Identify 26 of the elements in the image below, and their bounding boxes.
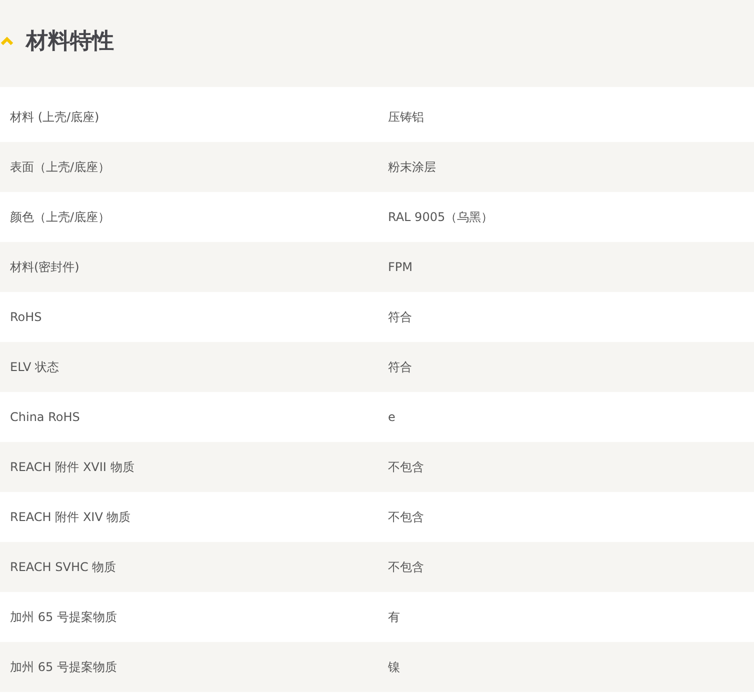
property-name: 加州 65 号提案物质 bbox=[10, 608, 118, 626]
property-name: 表面（上壳/底座） bbox=[10, 158, 112, 176]
property-name: RoHS bbox=[10, 310, 43, 324]
property-name: REACH 附件 XIV 物质 bbox=[10, 508, 132, 526]
property-value: 镍 bbox=[388, 658, 401, 676]
property-name: 材料 (上壳/底座) bbox=[10, 108, 100, 126]
property-value: FPM bbox=[388, 260, 414, 274]
property-value: 符合 bbox=[388, 358, 413, 376]
property-name: REACH 附件 XVII 物质 bbox=[10, 458, 136, 476]
chevron-icon[interactable] bbox=[0, 36, 14, 46]
property-value: 有 bbox=[388, 608, 401, 626]
property-value: 不包含 bbox=[388, 508, 425, 526]
property-value: 压铸铝 bbox=[388, 108, 425, 126]
property-value: 粉末涂层 bbox=[388, 158, 437, 176]
property-name: 颜色（上壳/底座） bbox=[10, 208, 112, 226]
property-value: 不包含 bbox=[388, 458, 425, 476]
property-name: 材料(密封件) bbox=[10, 258, 80, 276]
property-name: 加州 65 号提案物质 bbox=[10, 658, 118, 676]
property-name: REACH SVHC 物质 bbox=[10, 558, 118, 576]
property-value: 不包含 bbox=[388, 558, 425, 576]
property-value: e bbox=[388, 410, 396, 424]
section-title: 材料特性 bbox=[26, 28, 114, 56]
property-name: China RoHS bbox=[10, 410, 81, 424]
property-value: RAL 9005（乌黑） bbox=[388, 208, 494, 226]
property-name: ELV 状态 bbox=[10, 358, 60, 376]
property-value: 符合 bbox=[388, 308, 413, 326]
